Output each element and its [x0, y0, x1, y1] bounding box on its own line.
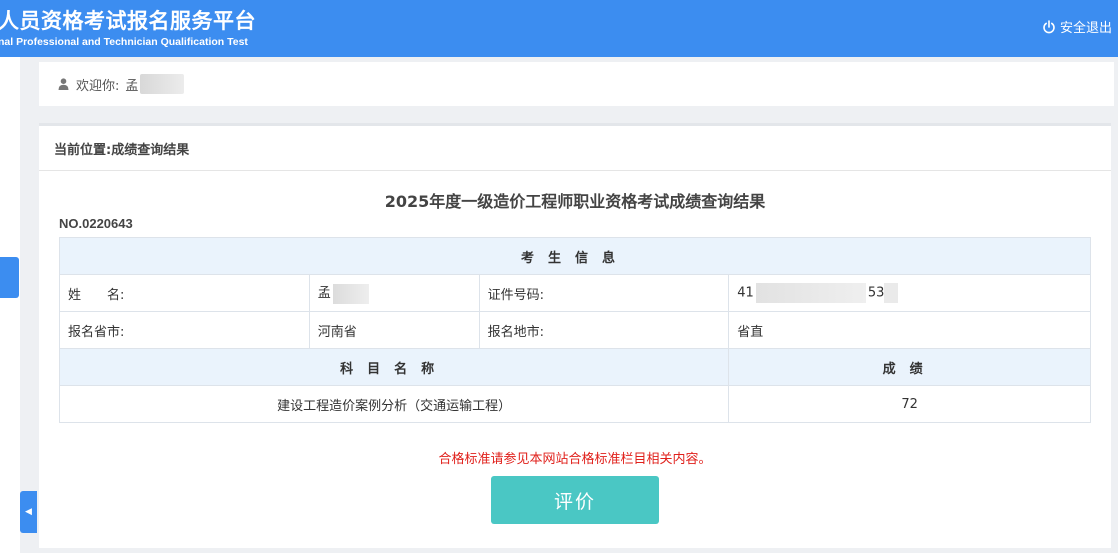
- city-label: 报名地市:: [478, 311, 730, 349]
- id-suffix: 53: [867, 285, 885, 301]
- id-value-cell: 41 53: [728, 274, 1091, 312]
- redacted-name: [140, 74, 185, 94]
- certificate-number: NO.0220643: [59, 216, 133, 231]
- welcome-bar: 欢迎你: 孟: [39, 62, 1114, 106]
- table-row: 报名省市: 河南省 报名地市: 省直: [59, 311, 1091, 349]
- collapse-sidebar-button[interactable]: ◀: [20, 491, 37, 533]
- left-rail: [0, 57, 20, 553]
- caret-left-icon: ◀: [25, 507, 32, 517]
- result-panel: 当前位置:成绩查询结果 2025年度一级造价工程师职业资格考试成绩查询结果 NO…: [39, 123, 1111, 548]
- score-cell: 72: [728, 385, 1091, 423]
- redacted-id-tail: [884, 283, 899, 303]
- province-label: 报名省市:: [59, 311, 310, 349]
- score-column-header: 成绩: [728, 348, 1091, 386]
- redacted-name: [332, 283, 369, 304]
- table-section-header: 考生信息: [59, 237, 1091, 275]
- platform-title: 人员资格考试报名服务平台: [0, 9, 256, 33]
- subject-cell: 建设工程造价案例分析（交通运输工程）: [58, 385, 730, 423]
- breadcrumb: 当前位置:成绩查询结果: [39, 126, 1111, 171]
- name-value: 孟: [317, 286, 331, 302]
- side-nav-tab[interactable]: [0, 257, 19, 298]
- id-label: 证件号码:: [478, 274, 730, 312]
- city-value: 省直: [728, 311, 1091, 349]
- evaluate-button[interactable]: 评价: [491, 476, 659, 524]
- id-prefix: 41: [737, 285, 754, 301]
- power-icon: [1043, 19, 1055, 33]
- top-header: 人员资格考试报名服务平台 nal Professional and Techni…: [0, 0, 1118, 57]
- province-value: 河南省: [308, 311, 480, 349]
- qualification-notice: 合格标准请参见本网站合格标准栏目相关内容。: [438, 452, 712, 467]
- candidate-info-header: 考生信息: [59, 237, 1091, 275]
- logout-button[interactable]: 安全退出: [1042, 17, 1112, 36]
- score-table: 考生信息 姓 名: 孟 证件号码: 41 53 报名省市: 河南省 报名地市: 省…: [58, 237, 1091, 423]
- welcome-label: 欢迎你:: [76, 78, 120, 94]
- redacted-id: [755, 283, 866, 303]
- welcome-name: 孟: [125, 78, 139, 94]
- platform-subtitle: nal Professional and Technician Qualific…: [0, 36, 248, 48]
- name-label: 姓 名:: [59, 274, 310, 312]
- table-column-header: 科目名称 成绩: [58, 348, 1091, 386]
- user-icon: [58, 78, 69, 90]
- name-value-cell: 孟: [308, 274, 480, 312]
- subject-column-header: 科目名称: [58, 348, 730, 386]
- result-title: 2025年度一级造价工程师职业资格考试成绩查询结果: [384, 192, 766, 211]
- table-row: 建设工程造价案例分析（交通运输工程） 72: [58, 385, 1091, 423]
- table-row: 姓 名: 孟 证件号码: 41 53: [59, 274, 1091, 312]
- logout-label: 安全退出: [1059, 21, 1112, 36]
